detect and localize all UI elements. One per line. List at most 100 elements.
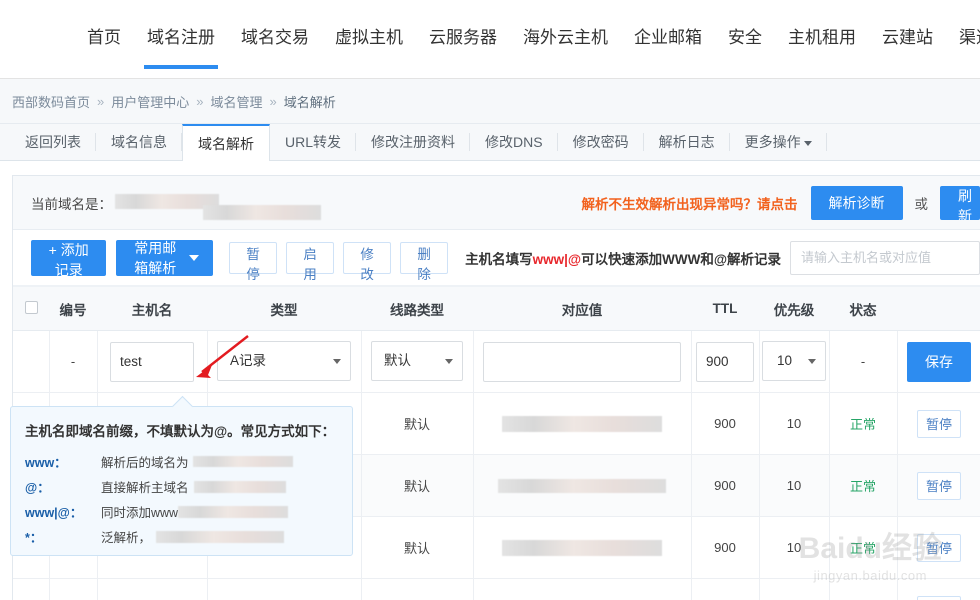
cell-priority: [759, 578, 830, 600]
diagnose-button[interactable]: 解析诊断: [810, 185, 903, 220]
tab-edit-password[interactable]: 修改密码: [558, 124, 644, 160]
th-select-all: [13, 286, 49, 331]
breadcrumb-item-home[interactable]: 西部数码首页: [12, 92, 90, 111]
breadcrumb: 西部数码首页 » 用户管理中心 » 域名管理 » 域名解析: [0, 79, 980, 124]
breadcrumb-item-domain-management[interactable]: 域名管理: [211, 92, 263, 111]
th-type: 类型: [207, 286, 361, 331]
status-badge: 正常: [849, 541, 876, 556]
tab-label: 修改密码: [572, 134, 629, 150]
tab-label: 更多操作: [744, 134, 801, 150]
row-pause-button[interactable]: 暂停: [916, 471, 961, 500]
tab-back-to-list[interactable]: 返回列表: [10, 124, 96, 160]
cell-actions: 暂停: [897, 392, 980, 455]
cell-value: [473, 454, 692, 517]
table-row: 暂停: [13, 578, 980, 600]
hostname-input[interactable]: [110, 341, 194, 382]
delete-button[interactable]: 删除: [400, 241, 449, 282]
nav-item-domain-register[interactable]: 域名注册: [134, 0, 228, 78]
nav-item-enterprise-mail[interactable]: 企业邮箱: [621, 0, 715, 78]
tab-edit-registration[interactable]: 修改注册资料: [356, 124, 471, 160]
tooltip-row-www-at: www|@： 同时添加www: [25, 499, 338, 524]
tooltip-key: *：: [25, 531, 43, 545]
tab-edit-dns[interactable]: 修改DNS: [470, 124, 558, 160]
cell-priority: 10: [759, 330, 830, 393]
chevron-down-icon: [445, 358, 453, 364]
th-line-type: 线路类型: [361, 286, 473, 331]
priority-select[interactable]: 10: [762, 340, 826, 381]
row-pause-button[interactable]: 暂停: [916, 595, 961, 600]
mail-resolve-label: 常用邮箱解析: [134, 239, 177, 276]
record-value-input[interactable]: [483, 341, 681, 382]
cell-type: A记录: [207, 330, 362, 393]
nav-item-host-rental[interactable]: 主机租用: [775, 0, 869, 78]
cell-hostname: [97, 330, 208, 393]
diagnose-hint-text: 解析不生效解析出现异常吗？请点击: [581, 196, 798, 212]
nav-item-overseas-cloud[interactable]: 海外云主机: [510, 0, 621, 78]
nav-item-virtual-host[interactable]: 虚拟主机: [322, 0, 416, 78]
line-type-select[interactable]: 默认: [371, 340, 463, 381]
status-badge: 正常: [849, 479, 876, 494]
nav-label: 虚拟主机: [335, 28, 403, 47]
tab-more-actions[interactable]: 更多操作: [730, 124, 827, 160]
cell-status: [829, 578, 898, 600]
breadcrumb-separator-icon: »: [196, 93, 204, 109]
diagnose-group: 解析不生效解析出现异常吗？请点击 解析诊断 或 刷新: [581, 185, 980, 220]
cell-priority: 10: [759, 392, 830, 455]
redacted-value: [498, 479, 666, 494]
nav-item-home[interactable]: 首页: [74, 0, 134, 78]
tab-label: 修改注册资料: [371, 134, 456, 150]
breadcrumb-item-user-center[interactable]: 用户管理中心: [111, 92, 189, 111]
nav-label: 云服务器: [429, 28, 497, 47]
nav-label: 企业邮箱: [634, 28, 702, 47]
cell-line-type: 默认: [361, 392, 474, 455]
add-record-button[interactable]: + 添加记录: [31, 239, 107, 278]
tab-label: 域名解析: [198, 135, 254, 152]
modify-button[interactable]: 修改: [343, 241, 392, 282]
cell-status: -: [829, 330, 898, 393]
nav-item-security[interactable]: 安全: [715, 0, 775, 78]
chevron-down-icon: [189, 254, 200, 261]
pause-button[interactable]: 暂停: [229, 241, 278, 282]
refresh-button[interactable]: 刷新: [940, 185, 980, 220]
tooltip-desc-text: 解析后的域名为: [101, 456, 189, 470]
page-root: 首页 域名注册 域名交易 虚拟主机 云服务器 海外云主机 企业邮箱 安全 主机租…: [0, 0, 980, 600]
tab-url-forward[interactable]: URL转发: [270, 124, 357, 160]
record-type-select[interactable]: A记录: [217, 340, 351, 381]
redacted-domain-name-secondary: [203, 205, 321, 220]
select-all-checkbox[interactable]: [24, 300, 38, 314]
nav-label: 海外云主机: [523, 28, 608, 47]
tab-domain-info[interactable]: 域名信息: [96, 124, 182, 160]
tooltip-key: @：: [25, 481, 50, 495]
row-pause-button[interactable]: 暂停: [916, 409, 961, 438]
cell-status: 正常: [829, 392, 898, 455]
row-pause-button[interactable]: 暂停: [916, 533, 961, 562]
top-nav-list: 首页 域名注册 域名交易 虚拟主机 云服务器 海外云主机 企业邮箱 安全 主机租…: [74, 0, 980, 78]
breadcrumb-item-domain-resolve: 域名解析: [283, 94, 336, 110]
nav-item-cloud-server[interactable]: 云服务器: [416, 0, 510, 78]
cell-value: [473, 330, 692, 393]
nav-item-cloud-site[interactable]: 云建站: [869, 0, 946, 78]
tab-domain-resolve[interactable]: 域名解析: [182, 124, 270, 161]
cell-actions: 暂停: [897, 578, 980, 600]
cell-status: 正常: [829, 516, 898, 579]
cell-ttl: 900: [691, 516, 760, 579]
tab-resolve-log[interactable]: 解析日志: [644, 124, 730, 160]
tooltip-desc: 泛解析，: [101, 527, 285, 546]
cell-actions: 暂停: [897, 454, 980, 517]
th-ttl: TTL: [691, 286, 759, 331]
redacted-example-domain: [193, 480, 286, 493]
nav-label: 云建站: [882, 28, 933, 47]
chevron-down-icon: [333, 358, 341, 364]
enable-button[interactable]: 启用: [286, 241, 335, 282]
ttl-input[interactable]: [696, 341, 754, 382]
nav-item-domain-trade[interactable]: 域名交易: [228, 0, 322, 78]
tab-label: 修改DNS: [485, 134, 543, 150]
cell-number: [49, 578, 98, 600]
cell-select: [13, 330, 50, 393]
nav-item-channel-partner[interactable]: 渠道合作: [946, 0, 980, 78]
th-hostname: 主机名: [97, 286, 207, 331]
save-button[interactable]: 保存: [907, 341, 971, 382]
mail-resolve-dropdown-button[interactable]: 常用邮箱解析: [116, 239, 214, 276]
search-input[interactable]: [790, 240, 980, 275]
tooltip-desc-text: 直接解析主域名: [101, 481, 189, 495]
